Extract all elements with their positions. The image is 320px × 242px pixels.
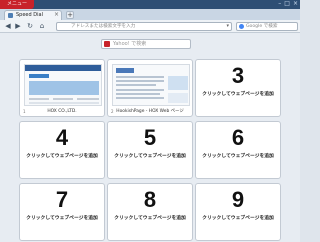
chevron-down-icon[interactable]: ▾ bbox=[226, 23, 229, 30]
tile-number: 8 bbox=[143, 187, 157, 212]
tile-number: 9 bbox=[231, 187, 245, 212]
speed-dial-tile-5[interactable]: 5 クリックしてウェブページを追加 bbox=[107, 121, 193, 179]
add-page-hint: クリックしてウェブページを追加 bbox=[26, 216, 98, 221]
speed-dial-icon bbox=[8, 13, 13, 18]
add-page-hint: クリックしてウェブページを追加 bbox=[26, 154, 98, 159]
add-page-hint: クリックしてウェブページを追加 bbox=[202, 216, 274, 221]
speed-dial-tile-3[interactable]: 3 クリックしてウェブページを追加 bbox=[195, 59, 281, 117]
speed-dial-page: Yahoo! で検索 1 HOX CO.,LTD. 2 HookishPage … bbox=[0, 33, 300, 242]
tile-number: 5 bbox=[143, 125, 157, 150]
speed-dial-tile-1[interactable]: 1 HOX CO.,LTD. bbox=[19, 59, 105, 117]
add-page-hint: クリックしてウェブページを追加 bbox=[202, 92, 274, 97]
add-page-hint: クリックしてウェブページを追加 bbox=[114, 154, 186, 159]
back-button[interactable]: ◀ bbox=[4, 22, 12, 30]
search-field[interactable]: Google で検索 bbox=[236, 22, 298, 31]
reload-button[interactable]: ↻ bbox=[26, 22, 34, 30]
tab-strip: Speed Dial × + bbox=[0, 9, 300, 20]
window-controls: – □ × bbox=[278, 0, 298, 8]
address-placeholder: アドレスまたは検索文字を入力 bbox=[71, 24, 136, 29]
speed-dial-tile-9[interactable]: 9 クリックしてウェブページを追加 bbox=[195, 183, 281, 241]
address-field[interactable]: アドレスまたは検索文字を入力 ▾ bbox=[56, 22, 232, 31]
navigation-toolbar: ◀ ▶ ↻ ⌂ アドレスまたは検索文字を入力 ▾ Google で検索 bbox=[0, 20, 300, 33]
new-tab-button[interactable]: + bbox=[66, 11, 74, 19]
tile-number: 3 bbox=[231, 63, 245, 88]
forward-button[interactable]: ▶ bbox=[14, 22, 22, 30]
tile-caption: HOX CO.,LTD. bbox=[47, 109, 77, 114]
tile-number: 6 bbox=[231, 125, 245, 150]
page-thumbnail bbox=[112, 64, 190, 106]
tab-label: Speed Dial bbox=[16, 12, 43, 18]
close-window-button[interactable]: × bbox=[293, 0, 298, 8]
tile-number: 7 bbox=[55, 187, 69, 212]
tile-number: 4 bbox=[55, 125, 69, 150]
hox-thumbnail-graphic bbox=[25, 65, 101, 104]
tab-speed-dial[interactable]: Speed Dial × bbox=[4, 10, 62, 20]
speed-dial-tile-7[interactable]: 7 クリックしてウェブページを追加 bbox=[19, 183, 105, 241]
search-placeholder: Google で検索 bbox=[246, 24, 278, 29]
maximize-button[interactable]: □ bbox=[284, 0, 290, 8]
yahoo-icon bbox=[104, 41, 110, 47]
tile-caption: HookishPage - HOX Web ページ bbox=[116, 109, 184, 114]
hookishpage-thumbnail-graphic bbox=[116, 68, 188, 103]
title-bar: メニュー – □ × bbox=[0, 0, 300, 9]
speed-dial-tile-6[interactable]: 6 クリックしてウェブページを追加 bbox=[195, 121, 281, 179]
google-icon bbox=[239, 24, 244, 29]
speed-dial-search-placeholder: Yahoo! で検索 bbox=[113, 41, 147, 47]
speed-dial-tile-2[interactable]: 2 HookishPage - HOX Web ページ bbox=[107, 59, 193, 117]
minimize-button[interactable]: – bbox=[278, 0, 281, 8]
page-thumbnail bbox=[24, 64, 102, 106]
speed-dial-search-input[interactable]: Yahoo! で検索 bbox=[101, 39, 191, 49]
home-button[interactable]: ⌂ bbox=[38, 22, 46, 30]
add-page-hint: クリックしてウェブページを追加 bbox=[114, 216, 186, 221]
speed-dial-tile-4[interactable]: 4 クリックしてウェブページを追加 bbox=[19, 121, 105, 179]
speed-dial-tile-8[interactable]: 8 クリックしてウェブページを追加 bbox=[107, 183, 193, 241]
opera-menu-button[interactable]: メニュー bbox=[0, 0, 34, 9]
add-page-hint: クリックしてウェブページを追加 bbox=[202, 154, 274, 159]
tab-close-icon[interactable]: × bbox=[54, 11, 59, 18]
